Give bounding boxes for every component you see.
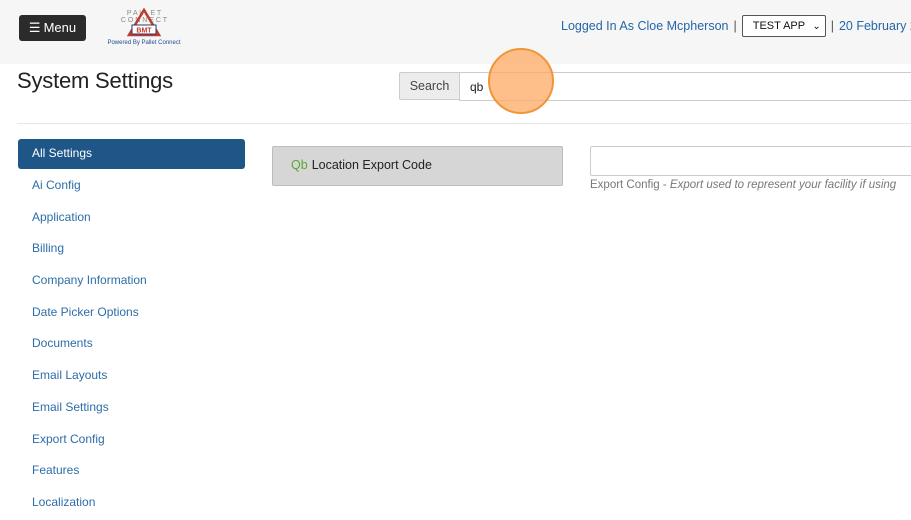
sidebar-item-company-information[interactable]: Company Information — [18, 266, 245, 298]
app-select-value: TEST APP — [752, 20, 806, 32]
setting-value-input[interactable] — [590, 146, 911, 176]
sidebar-item-billing[interactable]: Billing — [18, 234, 245, 266]
setting-name: Location Export Code — [311, 158, 432, 172]
sidebar-item-all-settings[interactable]: All Settings — [18, 139, 245, 169]
sidebar-item-email-layouts[interactable]: Email Layouts — [18, 361, 245, 393]
sidebar-item-features[interactable]: Features — [18, 456, 245, 488]
app-select[interactable]: TEST APP ⌄ — [741, 15, 826, 37]
menu-button[interactable]: ☰ Menu — [19, 15, 86, 41]
sidebar-item-email-settings[interactable]: Email Settings — [18, 393, 245, 425]
settings-sidebar: All Settings Ai Config Application Billi… — [18, 139, 245, 520]
sidebar-item-localization[interactable]: Localization — [18, 488, 245, 520]
search-highlight: Qb — [291, 158, 308, 172]
separator: | — [733, 19, 737, 33]
help-dash: - — [659, 179, 670, 191]
separator: | — [830, 19, 834, 33]
logged-in-user-link[interactable]: Logged In As Cloe Mcpherson — [561, 19, 728, 33]
sidebar-item-export-config[interactable]: Export Config — [18, 425, 245, 457]
user-bar: Logged In As Cloe Mcpherson | TEST APP ⌄… — [561, 14, 911, 38]
sidebar-item-ai-config[interactable]: Ai Config — [18, 171, 245, 203]
search-label: Search — [399, 72, 459, 100]
setting-help-text: Export Config - Export used to represent… — [590, 179, 896, 191]
page-title: System Settings — [17, 68, 173, 93]
setting-category: Export Config — [590, 179, 660, 191]
powered-by-text: Powered By Pallet Connect — [107, 40, 181, 46]
pallet-connect-logo[interactable]: P A L L E T C O N N E C T BMT Powered By… — [104, 6, 184, 50]
sidebar-item-date-picker-options[interactable]: Date Picker Options — [18, 298, 245, 330]
logo-badge-text: BMT — [136, 28, 152, 35]
hamburger-icon: ☰ — [28, 20, 41, 35]
divider — [17, 123, 911, 124]
sidebar-item-application[interactable]: Application — [18, 203, 245, 235]
date-link[interactable]: 20 February 20 — [839, 19, 911, 33]
logo-icon: P A L L E T C O N N E C T BMT — [121, 7, 168, 37]
menu-label: Menu — [43, 20, 77, 35]
logo-top-text-2: C O N N E C T — [121, 17, 168, 24]
setting-name-card: Qb Location Export Code — [272, 146, 563, 186]
click-indicator — [488, 48, 554, 114]
top-bar: ☰ Menu P A L L E T C O N N E C T BMT Powe… — [0, 0, 911, 64]
sidebar-item-documents[interactable]: Documents — [18, 329, 245, 361]
chevron-down-icon: ⌄ — [812, 20, 821, 32]
setting-description: Export used to represent your facility i… — [669, 179, 897, 191]
